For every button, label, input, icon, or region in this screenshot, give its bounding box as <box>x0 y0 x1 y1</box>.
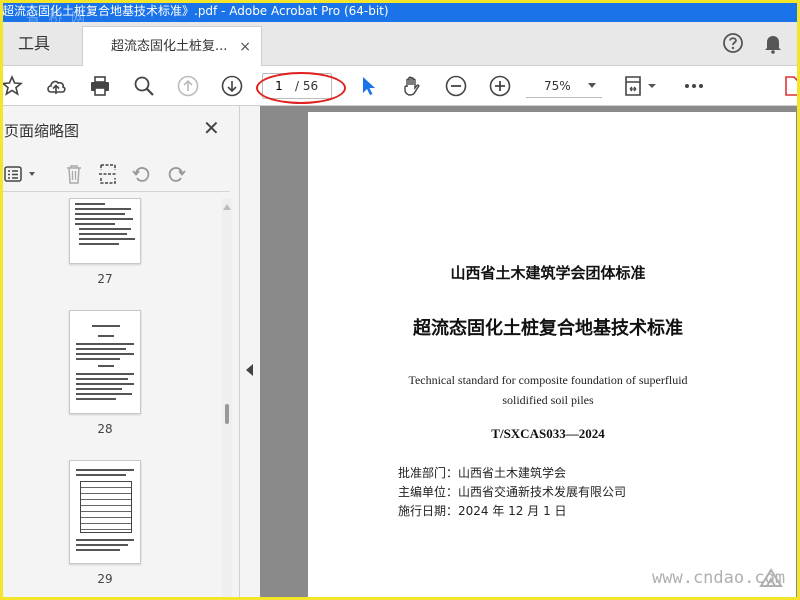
scroll-up-icon[interactable] <box>223 204 231 210</box>
more-options-icon[interactable] <box>682 74 706 98</box>
scrollbar-thumb[interactable] <box>225 404 229 424</box>
zoom-in-icon[interactable] <box>488 74 512 98</box>
print-icon[interactable] <box>88 74 112 98</box>
thumbnail-list: 27 28 29 <box>0 198 222 600</box>
thumbnail-table <box>80 481 132 533</box>
main-toolbar: / 56 75% <box>0 66 800 106</box>
document-view[interactable]: 山西省土木建筑学会团体标准 超流态固化土桩复合地基技术标准 Technical … <box>260 106 800 600</box>
bell-icon[interactable] <box>762 32 784 54</box>
tab-tools[interactable]: 工具 <box>0 22 80 66</box>
extract-page-icon[interactable] <box>96 162 120 186</box>
zoom-level-dropdown[interactable]: 75% <box>526 74 602 98</box>
next-page-icon[interactable] <box>220 74 244 98</box>
hand-tool-icon[interactable] <box>400 74 424 98</box>
page-total: / 56 <box>295 79 319 93</box>
upload-cloud-icon[interactable] <box>44 74 68 98</box>
doc-standard-code: T/SXCAS033—2024 <box>491 426 605 441</box>
star-icon[interactable] <box>0 74 24 98</box>
doc-editor: 主编单位：山西省交通新技术发展有限公司 <box>398 485 627 499</box>
panel-toolbar <box>0 156 230 192</box>
thumbnail-page-27[interactable] <box>69 198 141 264</box>
tab-bar: 工具 超流态固化土桩复... × <box>0 22 800 66</box>
doc-english-title: Technical standard for composite foundat… <box>308 370 788 410</box>
export-pdf-icon[interactable] <box>780 74 800 98</box>
thumbnail-label: 29 <box>97 572 113 586</box>
rotate-counterclockwise-icon[interactable] <box>130 162 154 186</box>
previous-page-icon[interactable] <box>176 74 200 98</box>
thumbnail-label: 28 <box>97 422 113 436</box>
doc-title: 超流态固化土桩复合地基技术标准 <box>413 318 683 339</box>
tab-close-icon[interactable]: × <box>239 27 251 67</box>
page-thumbnails-panel: 页面缩略图 ✕ 27 28 29 <box>0 106 240 600</box>
page-number-box: / 56 <box>262 73 332 99</box>
doc-approval: 批准部门：山西省土木建筑学会 <box>398 466 567 480</box>
doc-organization: 山西省土木建筑学会团体标准 <box>450 264 646 282</box>
thumbnail-label: 27 <box>97 272 113 286</box>
panel-close-icon[interactable]: ✕ <box>203 116 220 140</box>
panel-title: 页面缩略图 <box>4 122 80 140</box>
tab-document-label: 超流态固化土桩复... <box>111 39 228 54</box>
zoom-search-icon[interactable] <box>132 74 156 98</box>
tab-document[interactable]: 超流态固化土桩复... × <box>82 26 262 66</box>
thumbnail-page-28[interactable] <box>69 310 141 414</box>
doc-english-title-line2: solidified soil piles <box>502 393 594 407</box>
window-title-bar: 超流态固化土桩复合地基技术标准》.pdf - Adobe Acrobat Pro… <box>0 0 800 22</box>
thumbnail-scrollbar[interactable] <box>222 198 232 600</box>
page-number-input[interactable] <box>269 77 289 95</box>
chevron-down-icon <box>588 83 596 88</box>
thumbnail-options-icon[interactable] <box>2 162 40 186</box>
zoom-out-icon[interactable] <box>444 74 468 98</box>
thumbnail-page-29[interactable] <box>69 460 141 564</box>
doc-effective-date: 施行日期：2024 年 12 月 1 日 <box>398 504 567 518</box>
page-fit-icon[interactable] <box>622 74 658 98</box>
rotate-clockwise-icon[interactable] <box>164 162 188 186</box>
doc-english-title-line1: Technical standard for composite foundat… <box>408 373 688 387</box>
pdf-page: 山西省土木建筑学会团体标准 超流态固化土桩复合地基技术标准 Technical … <box>308 112 796 600</box>
collapse-panel-icon[interactable] <box>246 364 253 376</box>
delete-page-icon[interactable] <box>62 162 86 186</box>
watermark-logo-icon <box>759 568 783 587</box>
zoom-level-value: 75% <box>544 79 571 93</box>
panel-collapse-strip <box>240 106 260 600</box>
help-icon[interactable] <box>722 32 744 54</box>
select-arrow-icon[interactable] <box>356 74 380 98</box>
